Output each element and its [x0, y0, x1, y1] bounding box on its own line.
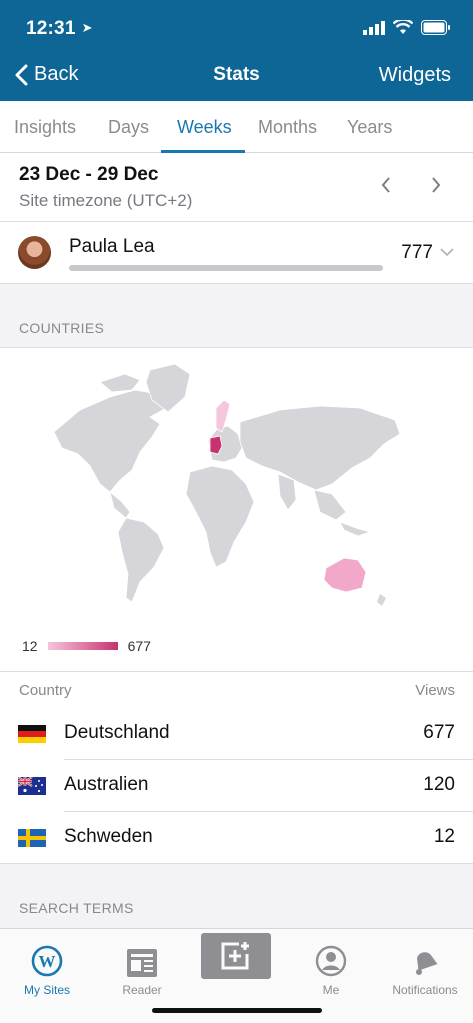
- country-row[interactable]: Australien 120: [0, 759, 473, 811]
- flag-germany-icon: [18, 725, 46, 743]
- period-selector: 23 Dec - 29 Dec Site timezone (UTC+2): [0, 153, 473, 222]
- stats-screen: 12:31 ➤ Back Stats Widgets Insights Days …: [0, 0, 473, 1023]
- tab-label: Me: [322, 983, 340, 997]
- legend-max: 677: [127, 638, 151, 654]
- countries-table-header: Country Views: [0, 671, 473, 705]
- author-row[interactable]: Paula Lea 777: [0, 222, 473, 284]
- map-new-zealand: [377, 594, 386, 606]
- next-period-button[interactable]: [430, 176, 442, 194]
- tab-label: My Sites: [23, 983, 70, 997]
- tab-notifications[interactable]: Notifications: [380, 929, 470, 997]
- period-tabs: Insights Days Weeks Months Years: [0, 101, 473, 153]
- map-india: [277, 473, 297, 511]
- tab-months[interactable]: Months: [258, 117, 317, 138]
- cellular-signal-icon: [363, 20, 385, 35]
- country-name: Deutschland: [64, 722, 170, 743]
- country-row[interactable]: Deutschland 677: [0, 707, 473, 759]
- column-views: Views: [415, 682, 455, 699]
- author-views-bar: [69, 265, 383, 271]
- widgets-button[interactable]: Widgets: [379, 64, 451, 87]
- wordpress-icon: W: [31, 945, 63, 977]
- flag-australia-icon: [18, 777, 46, 795]
- svg-text:W: W: [39, 952, 56, 971]
- location-arrow-icon: ➤: [81, 20, 93, 35]
- timezone-label: Site timezone (UTC+2): [19, 191, 193, 210]
- date-range: 23 Dec - 29 Dec: [19, 164, 159, 185]
- search-terms-section-title: SEARCH TERMS: [19, 900, 134, 916]
- legend-gradient: [47, 642, 118, 650]
- status-icons: [363, 20, 451, 35]
- countries-section-title: COUNTRIES: [19, 320, 105, 336]
- write-post-icon: [221, 942, 249, 970]
- country-row[interactable]: Schweden 12: [0, 811, 473, 863]
- country-views: 677: [423, 722, 455, 743]
- world-map: [53, 363, 401, 606]
- status-time: 12:31 ➤: [26, 18, 93, 40]
- map-south-america: [117, 517, 165, 603]
- author-name: Paula Lea: [69, 236, 155, 257]
- tab-days[interactable]: Days: [108, 117, 149, 138]
- chevron-down-icon[interactable]: [439, 247, 455, 257]
- country-views: 120: [423, 774, 455, 795]
- tab-weeks[interactable]: Weeks: [177, 117, 232, 138]
- nav-header: 12:31 ➤ Back Stats Widgets: [0, 0, 473, 101]
- map-australia: [323, 557, 367, 593]
- write-post-button[interactable]: [201, 933, 271, 979]
- battery-icon: [421, 20, 450, 35]
- status-time-label: 12:31: [26, 18, 76, 39]
- country-name: Schweden: [64, 826, 153, 847]
- map-north-america: [53, 389, 169, 493]
- column-country: Country: [19, 682, 72, 699]
- map-southeast-asia: [313, 489, 347, 521]
- map-islands: [339, 521, 372, 537]
- tab-insights[interactable]: Insights: [14, 117, 76, 138]
- map-asia: [239, 405, 401, 491]
- map-africa: [185, 465, 255, 568]
- flag-sweden-icon: [18, 829, 46, 847]
- tab-reader[interactable]: Reader: [97, 929, 187, 997]
- profile-icon: [315, 945, 347, 977]
- author-views: 777: [401, 242, 433, 263]
- tab-years[interactable]: Years: [347, 117, 392, 138]
- previous-period-button[interactable]: [380, 176, 392, 194]
- country-views: 12: [433, 826, 455, 847]
- tab-label: Notifications: [392, 983, 458, 997]
- avatar: [18, 236, 51, 269]
- map-legend: 12 677: [22, 638, 151, 654]
- country-name: Australien: [64, 774, 149, 795]
- countries-card: 12 677 Country Views Deutschland 677 Aus…: [0, 347, 473, 864]
- bell-icon: [416, 952, 438, 975]
- wifi-icon: [393, 20, 413, 34]
- tab-me[interactable]: Me: [286, 929, 376, 997]
- home-indicator[interactable]: [152, 1008, 322, 1013]
- reader-icon: [127, 949, 157, 977]
- map-alaska-canada-north: [99, 373, 141, 393]
- tab-my-sites[interactable]: W My Sites: [2, 929, 92, 997]
- tab-label: Reader: [122, 983, 162, 997]
- map-central-america: [109, 490, 131, 519]
- legend-min: 12: [22, 638, 38, 654]
